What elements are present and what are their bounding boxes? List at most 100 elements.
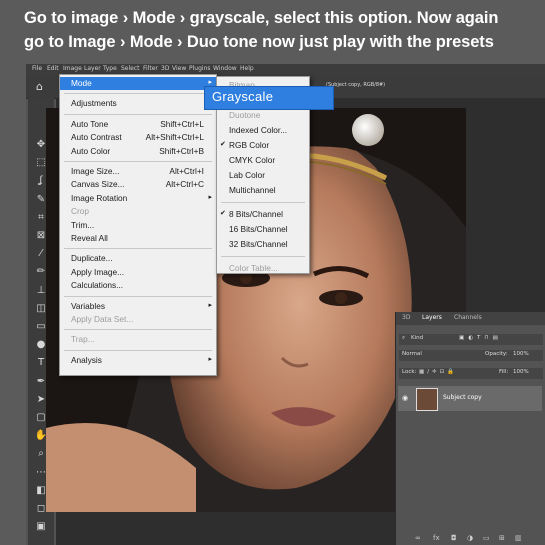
menu-item-auto-color[interactable]: Auto Color Shift+Ctrl+B [60, 145, 216, 158]
mode-item-label: 32 Bits/Channel [229, 239, 288, 249]
mode-item-label: 16 Bits/Channel [229, 224, 288, 234]
menu-item-shortcut: Alt+Ctrl+C [165, 179, 204, 190]
menubar-item-edit[interactable]: Edit [47, 65, 59, 72]
menubar-item-layer[interactable]: Layer [84, 65, 101, 72]
blend-mode-select[interactable]: Normal [402, 351, 422, 357]
menu-item-label: Auto Contrast [71, 132, 122, 143]
menu-separator [221, 256, 305, 257]
menu-item-label: Canvas Size... [71, 179, 125, 190]
visibility-eye-icon[interactable]: ◉ [402, 394, 408, 402]
menu-item-label: Apply Data Set... [71, 314, 134, 324]
mode-item-32-bits-channel[interactable]: 32 Bits/Channel [217, 238, 309, 252]
menubar-item-select[interactable]: Select [121, 65, 140, 72]
document-info: (Subject copy, RGB/8#) [326, 82, 386, 88]
mode-item-multichannel[interactable]: Multichannel [217, 184, 309, 198]
opacity-value[interactable]: 100% [513, 351, 529, 357]
layers-panel: 3D Layers Channels ⌕ Kind ▣◐T⊓▤ Normal O… [395, 312, 545, 545]
menu-separator [64, 329, 212, 331]
menu-item-label: Trap... [71, 334, 95, 345]
menu-separator [64, 113, 212, 115]
filter-icons[interactable]: ▣◐T⊓▤ [459, 335, 502, 341]
checkmark-icon: ✔ [220, 210, 226, 217]
mode-item-duotone[interactable]: Duotone [217, 109, 309, 123]
menu-item-image-size[interactable]: Image Size... Alt+Ctrl+I [60, 165, 216, 178]
mode-item-16-bits-channel[interactable]: 16 Bits/Channel [217, 223, 309, 237]
menubar-item-help[interactable]: Help [240, 65, 254, 72]
link-icon[interactable]: ∞ [415, 534, 421, 542]
menubar-item-3d[interactable]: 3D [161, 65, 169, 72]
menu-item-apply-data-set[interactable]: Apply Data Set... [60, 313, 216, 326]
menu-item-adjustments[interactable]: Adjustments▸ [60, 97, 216, 110]
mode-item-8-bits-channel[interactable]: ✔ 8 Bits/Channel [217, 208, 309, 222]
trash-icon[interactable]: ▥ [515, 534, 522, 542]
menu-item-label: Image Rotation [71, 192, 128, 203]
menubar-item-image[interactable]: Image [63, 65, 82, 72]
menubar-item-plugins[interactable]: Plugins [189, 65, 211, 72]
menu-item-variables[interactable]: Variables ▸ [60, 300, 216, 313]
grayscale-menu-item[interactable]: Grayscale [204, 86, 334, 110]
menubar-item-filter[interactable]: Filter [143, 65, 158, 72]
menu-item-auto-contrast[interactable]: Auto Contrast Alt+Shift+Ctrl+L [60, 131, 216, 144]
menu-item-image-rotation[interactable]: Image Rotation ▸ [60, 192, 216, 205]
layer-filter-row[interactable]: ⌕ Kind ▣◐T⊓▤ [399, 334, 543, 345]
lock-label: Lock: [402, 369, 417, 375]
menu-item-auto-tone[interactable]: Auto Tone Shift+Ctrl+L [60, 118, 216, 131]
mode-item-indexed-color[interactable]: Indexed Color... [217, 124, 309, 138]
blend-row: Normal Opacity: 100% [399, 350, 543, 361]
menubar-item-view[interactable]: View [172, 65, 186, 72]
fill-label: Fill: [499, 369, 509, 375]
menu-item-shortcut: Alt+Shift+Ctrl+L [145, 132, 204, 143]
layer-row-subject-copy[interactable]: ◉ Subject copy [398, 386, 542, 411]
menu-item-mode[interactable]: Mode ▸ [60, 77, 216, 90]
menu-item-calculations[interactable]: Calculations... [60, 279, 216, 292]
menu-separator [64, 349, 212, 351]
menu-separator [221, 202, 305, 203]
menu-item-label: Mode [71, 78, 92, 88]
grayscale-label: Grayscale [212, 89, 274, 104]
menubar-item-type[interactable]: Type [103, 65, 117, 72]
menubar-item-file[interactable]: File [32, 65, 42, 72]
lock-icons[interactable]: ▦/✛⊡🔒 [419, 369, 457, 375]
tab-channels[interactable]: Channels [454, 314, 482, 321]
fill-value[interactable]: 100% [513, 369, 529, 375]
mode-item-cmyk-color[interactable]: CMYK Color [217, 154, 309, 168]
menu-item-shortcut: Alt+Ctrl+I [169, 166, 204, 176]
screenmode-icon[interactable]: ▣ [33, 520, 49, 534]
checkmark-icon: ✔ [220, 141, 226, 148]
menu-item-trim[interactable]: Trim... [60, 219, 216, 232]
layer-thumbnail [416, 388, 438, 411]
menu-item-label: Variables [71, 300, 105, 311]
menu-item-label: Duplicate... [71, 253, 113, 264]
menubar-item-window[interactable]: Window [213, 65, 237, 72]
fx-icon[interactable]: fx [433, 534, 440, 542]
tab-layers[interactable]: Layers [422, 314, 442, 321]
image-menu: Mode▸Adjustments▸Auto ToneShift+Ctrl+LAu… [59, 74, 217, 376]
mode-item-color-table[interactable]: Color Table... [217, 262, 309, 276]
menu-separator [64, 93, 212, 95]
caption-line-1: Go to image › Mode › grayscale, select t… [24, 9, 499, 27]
menu-separator [64, 248, 212, 250]
menu-item-label: Auto Tone [71, 118, 109, 129]
filter-kind[interactable]: Kind [411, 335, 423, 341]
menu-item-trap[interactable]: Trap... [60, 333, 216, 346]
layer-name: Subject copy [443, 394, 482, 401]
menu-item-label: Apply Image... [71, 266, 125, 277]
menu-item-reveal-all[interactable]: Reveal All [60, 232, 216, 245]
mask-icon[interactable]: ◘ [451, 534, 457, 542]
menu-item-duplicate[interactable]: Duplicate... [60, 252, 216, 265]
menu-item-shortcut: Shift+Ctrl+B [159, 145, 204, 156]
menu-item-label: Adjustments [71, 98, 117, 109]
menu-item-analysis[interactable]: Analysis ▸ [60, 354, 216, 367]
home-icon[interactable]: ⌂ [36, 80, 50, 94]
new-layer-icon[interactable]: ⊞ [499, 534, 505, 542]
mode-item-lab-color[interactable]: Lab Color [217, 169, 309, 183]
folder-icon[interactable]: ▭ [483, 534, 490, 542]
tab-3d[interactable]: 3D [402, 314, 410, 321]
menu-item-crop[interactable]: Crop [60, 205, 216, 218]
mode-item-rgb-color[interactable]: ✔ RGB Color [217, 139, 309, 153]
adjustment-icon[interactable]: ◑ [467, 534, 473, 542]
menu-item-label: Auto Color [71, 145, 111, 156]
menu-item-shortcut: Shift+Ctrl+L [160, 118, 204, 129]
menu-item-canvas-size[interactable]: Canvas Size... Alt+Ctrl+C [60, 178, 216, 191]
menu-item-apply-image[interactable]: Apply Image... [60, 266, 216, 279]
